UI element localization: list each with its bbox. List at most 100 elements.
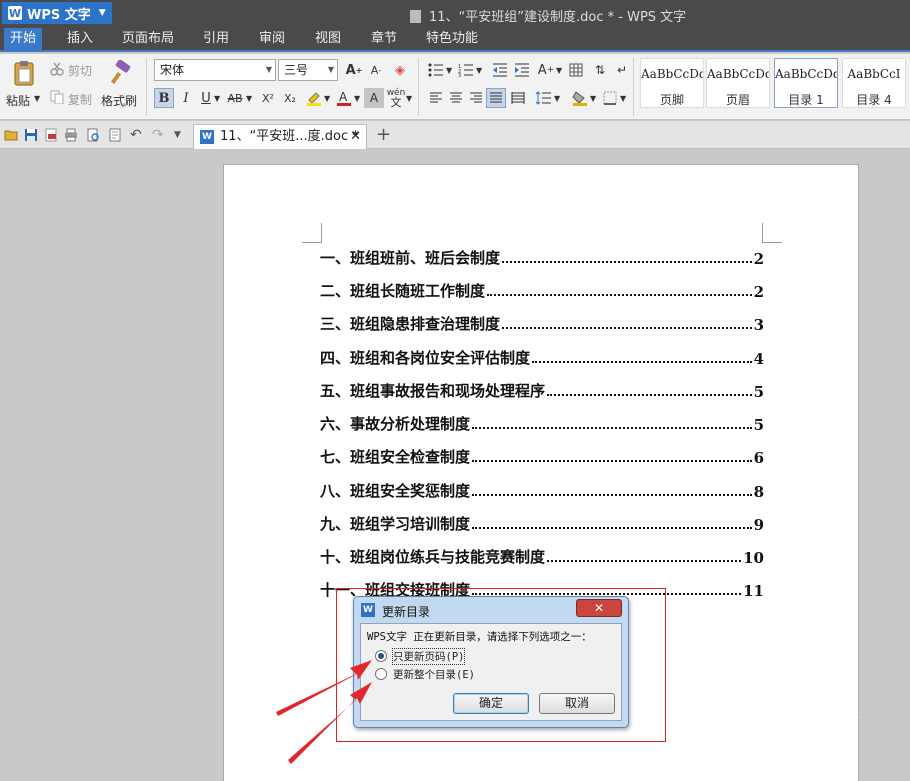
format-painter-icon[interactable] <box>110 59 132 89</box>
ok-button[interactable]: 确定 <box>453 693 529 714</box>
new-tab-icon[interactable]: + <box>376 124 391 145</box>
borders-dropdown-icon[interactable]: ▼ <box>620 94 626 103</box>
toc-page-number: 5 <box>753 383 764 401</box>
bullet-list-icon[interactable] <box>426 60 446 80</box>
undo-icon[interactable]: ↶ <box>130 128 144 142</box>
format-painter-button[interactable]: 格式刷 <box>101 92 137 109</box>
style-footer[interactable]: AaBbCcDd 页脚 <box>640 58 704 108</box>
save-icon[interactable] <box>24 128 38 142</box>
char-shading-icon[interactable]: A <box>364 88 384 108</box>
document-tab[interactable]: W 11、“平安班...度.doc * ✕ <box>193 124 367 149</box>
toc-entry[interactable]: 五、班组事故报告和现场处理程序 5 <box>320 379 764 401</box>
grow-font-icon[interactable]: A + <box>344 60 364 80</box>
bold-button[interactable]: B <box>154 88 174 108</box>
toc-leader <box>502 261 752 263</box>
distributed-align-icon[interactable] <box>508 88 528 108</box>
highlight-dropdown-icon[interactable]: ▼ <box>324 94 330 103</box>
redo-icon[interactable]: ↷ <box>152 128 166 142</box>
toc-page-number: 9 <box>753 516 764 534</box>
close-tab-icon[interactable]: ✕ <box>350 125 361 148</box>
toc-entry[interactable]: 二、班组长随班工作制度 2 <box>320 279 764 301</box>
shading-icon[interactable] <box>570 88 590 108</box>
show-marks-icon[interactable]: ↵ <box>612 60 632 80</box>
tab-chapter[interactable]: 章节 <box>364 28 404 50</box>
phonetic-dropdown-icon[interactable]: ▼ <box>406 94 412 103</box>
toc-entry-text: 四、班组和各岗位安全评估制度 <box>320 349 531 367</box>
tab-special-features[interactable]: 特色功能 <box>420 28 484 50</box>
toc-entry-text: 二、班组长随班工作制度 <box>320 282 486 300</box>
quick-access-dropdown-icon[interactable]: ▼ <box>174 128 188 142</box>
toc-entry[interactable]: 十、班组岗位练兵与技能竞赛制度 10 <box>320 545 764 567</box>
update-entire-toc-option[interactable]: 更新整个目录(E) <box>375 666 475 682</box>
toc-entry[interactable]: 六、事故分析处理制度 5 <box>320 412 764 434</box>
justify-icon[interactable] <box>486 88 506 108</box>
font-size-dropdown-icon[interactable]: ▼ <box>328 60 334 80</box>
underline-button[interactable]: U <box>196 88 216 108</box>
bullet-list-dropdown-icon[interactable]: ▼ <box>446 66 452 75</box>
open-folder-icon[interactable] <box>4 128 18 142</box>
align-left-icon[interactable] <box>426 88 446 108</box>
tab-home[interactable]: 开始 <box>4 28 42 50</box>
strikethrough-button[interactable]: AB <box>224 88 246 108</box>
print-icon[interactable] <box>64 128 78 142</box>
copy-button[interactable]: 复制 <box>68 91 92 108</box>
text-direction-dropdown-icon[interactable]: ▼ <box>556 66 562 75</box>
toc-entry[interactable]: 一、班组班前、班后会制度 2 <box>320 246 764 268</box>
decrease-indent-icon[interactable] <box>490 60 510 80</box>
print-preview-icon[interactable] <box>86 128 100 142</box>
italic-button[interactable]: I <box>176 88 196 108</box>
font-name-combo[interactable]: 宋体 ▼ <box>154 59 276 81</box>
font-name-dropdown-icon[interactable]: ▼ <box>266 60 272 80</box>
sort-icon[interactable]: ⇅ <box>590 60 610 80</box>
strikethrough-dropdown-icon[interactable]: ▼ <box>246 94 252 103</box>
tab-review[interactable]: 审阅 <box>252 28 292 50</box>
toc-entry[interactable]: 七、班组安全检查制度 6 <box>320 445 764 467</box>
toc-entry[interactable]: 四、班组和各岗位安全评估制度 4 <box>320 346 764 368</box>
borders-icon[interactable] <box>600 88 620 108</box>
line-spacing-dropdown-icon[interactable]: ▼ <box>554 94 560 103</box>
toc-entry[interactable]: 三、班组隐患排查治理制度 3 <box>320 312 764 334</box>
paste-dropdown-icon[interactable]: ▼ <box>34 94 40 103</box>
subscript-button[interactable]: X₂ <box>280 88 300 108</box>
highlight-icon[interactable] <box>304 88 324 108</box>
export-pdf-icon[interactable] <box>44 128 58 142</box>
document-preview-icon[interactable] <box>108 128 122 142</box>
paste-button[interactable]: 粘贴 <box>6 92 30 109</box>
increase-indent-icon[interactable] <box>512 60 532 80</box>
underline-dropdown-icon[interactable]: ▼ <box>214 94 220 103</box>
update-page-numbers-only-option[interactable]: 只更新页码(P) <box>375 647 466 665</box>
wps-app-menu-button[interactable]: W WPS 文字 ▼ <box>2 2 112 24</box>
tab-view[interactable]: 视图 <box>308 28 348 50</box>
superscript-button[interactable]: X² <box>258 88 278 108</box>
style-header[interactable]: AaBbCcDd 页眉 <box>706 58 770 108</box>
numbered-list-dropdown-icon[interactable]: ▼ <box>476 66 482 75</box>
radio-unselected-icon[interactable] <box>375 668 387 680</box>
table-icon[interactable] <box>566 60 586 80</box>
shrink-font-icon[interactable]: A- <box>366 60 386 80</box>
clear-format-icon[interactable]: ◈ <box>390 60 410 80</box>
style-toc-4[interactable]: AaBbCcI 目录 4 <box>842 58 906 108</box>
tab-references[interactable]: 引用 <box>196 28 236 50</box>
toc-entry[interactable]: 九、班组学习培训制度 9 <box>320 512 764 534</box>
radio-selected-icon[interactable] <box>375 650 387 662</box>
tab-page-layout[interactable]: 页面布局 <box>118 28 178 50</box>
font-color-dropdown-icon[interactable]: ▼ <box>354 94 360 103</box>
tab-insert[interactable]: 插入 <box>60 28 100 50</box>
cancel-button[interactable]: 取消 <box>539 693 615 714</box>
dialog-title-bar[interactable]: W 更新目录 ✕ <box>354 597 628 622</box>
dialog-close-button[interactable]: ✕ <box>576 599 622 617</box>
font-size-combo[interactable]: 三号 ▼ <box>278 59 338 81</box>
toc-entry[interactable]: 八、班组安全奖惩制度 8 <box>320 479 764 501</box>
align-right-icon[interactable] <box>466 88 486 108</box>
style-toc-1[interactable]: AaBbCcDd 目录 1 <box>774 58 838 108</box>
paste-icon[interactable] <box>12 60 36 86</box>
phonetic-guide-button[interactable]: wén 文 <box>386 88 406 109</box>
watermark-url: jingyan.baidu.com <box>700 740 828 754</box>
text-direction-icon[interactable]: A + <box>536 60 556 80</box>
font-color-icon[interactable]: A <box>334 88 354 108</box>
line-spacing-icon[interactable] <box>534 88 554 108</box>
numbered-list-icon[interactable]: 123 <box>456 60 476 80</box>
cut-button[interactable]: 剪切 <box>68 62 92 79</box>
align-center-icon[interactable] <box>446 88 466 108</box>
shading-dropdown-icon[interactable]: ▼ <box>590 94 596 103</box>
